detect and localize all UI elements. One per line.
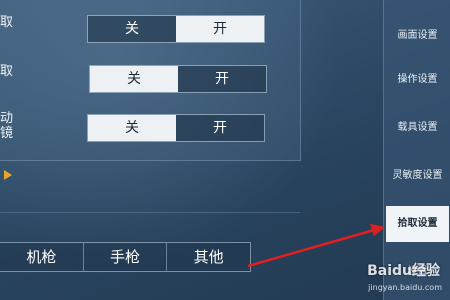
tab-machine-gun[interactable]: 机枪 [0,243,84,271]
row-1-toggle[interactable]: 关 开 [87,15,265,43]
sidebar-item-graphics[interactable]: 画面设置 [384,18,450,54]
sidebar-item-sensitivity[interactable]: 灵敏度设置 [384,158,450,194]
row-2-off-option[interactable]: 关 [90,66,178,92]
row-2-label: 取 [0,64,14,79]
row-1-label: 取 [0,15,14,30]
row-2-toggle[interactable]: 关 开 [89,65,267,93]
tab-pistol[interactable]: 手枪 [84,243,168,271]
row-1-off-option[interactable]: 关 [88,16,176,42]
row-3-off-option[interactable]: 关 [88,115,176,141]
settings-panel: 取 关 开 取 关 开 动 镜 关 开 [0,0,301,161]
watermark-url: jingyan.baidu.com [368,283,442,292]
tab-other[interactable]: 其他 [167,243,250,271]
section-divider [0,212,300,213]
row-2-on-option[interactable]: 开 [178,66,266,92]
mouse-cursor-icon [4,170,12,180]
watermark-logo: Baidu经验 [367,263,440,279]
sidebar-item-controls[interactable]: 操作设置 [384,62,450,98]
row-3-label: 动 镜 [0,111,14,141]
sidebar-item-pickup[interactable]: 拾取设置 [386,206,449,242]
row-1-on-option[interactable]: 开 [176,16,264,42]
row-3-on-option[interactable]: 开 [176,115,264,141]
sidebar-item-vehicle[interactable]: 载具设置 [384,110,450,146]
weapon-category-tabs[interactable]: 机枪 手枪 其他 [0,242,251,272]
settings-sidebar: 画面设置 操作设置 载具设置 灵敏度设置 拾取设置 设置 [383,0,450,300]
row-3-toggle[interactable]: 关 开 [87,114,265,142]
